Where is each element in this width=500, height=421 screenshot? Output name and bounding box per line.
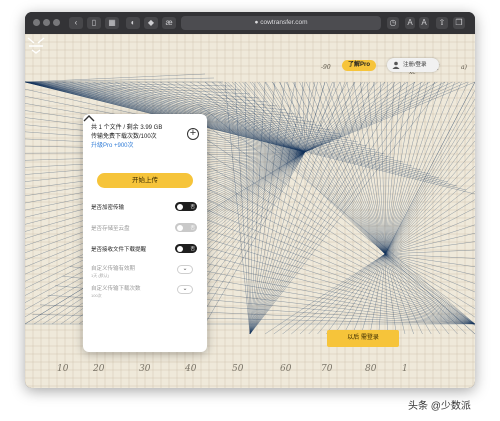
ruler-label: 60	[280, 364, 292, 374]
text-size-icon[interactable]: A	[419, 17, 429, 29]
plus-circle-icon[interactable]: +	[187, 128, 199, 140]
ruler-label: 20	[93, 364, 105, 374]
browser-toolbar: ‹ ▯ ▦ ◐ ◆ æ ● cowtransfer.com ◷ A A ⇧ ❐	[25, 12, 475, 34]
handwritten-number: a)	[461, 64, 467, 71]
chevron-down-icon: ⌄	[182, 286, 188, 292]
login-register-button[interactable]: 注册/登录	[387, 58, 439, 72]
extension-icon[interactable]: æ	[162, 17, 176, 29]
share-icon[interactable]: ⇧	[436, 17, 448, 29]
toggle-text: 否	[190, 204, 196, 209]
expiry-value: 1天 (默认)	[91, 273, 109, 278]
upgrade-pro-link[interactable]: 升级Pro +900次	[91, 140, 134, 149]
ruler-label: 40	[185, 364, 197, 374]
watermark: 头条 @少数派	[408, 401, 471, 412]
sidebar-icon[interactable]: ▯	[87, 17, 101, 29]
option-label-notify: 是否接收文件下载提醒	[91, 247, 147, 253]
toggle-text: 否	[190, 225, 196, 230]
cowtransfer-logo-icon[interactable]	[25, 34, 47, 56]
ruler-label: 10	[57, 364, 69, 374]
address-text: cowtransfer.com	[260, 19, 308, 26]
address-bar[interactable]: ● cowtransfer.com	[181, 16, 381, 30]
zoom-window-button[interactable]	[53, 19, 60, 26]
history-icon[interactable]: ◷	[387, 17, 399, 29]
encrypt-toggle[interactable]: 否	[175, 202, 197, 211]
handwritten-number: -90	[321, 64, 331, 71]
ruler-label: 30	[139, 364, 151, 374]
tabs-grid-icon[interactable]: ▦	[105, 17, 119, 29]
toggle-text: 否	[190, 246, 196, 251]
login-later-button[interactable]: 以后 需登录	[327, 330, 399, 347]
text-size-icon[interactable]: A	[405, 17, 415, 29]
expiry-dropdown[interactable]: ⌄	[177, 265, 193, 274]
login-register-label: 注册/登录	[403, 62, 427, 68]
upload-panel: 共 1 个文件 / 剩余 3.99 GB 传输免费下载次数/100次 升级Pro…	[83, 114, 207, 352]
ruler-label: 80	[365, 364, 377, 374]
ruler-label: 50	[232, 364, 244, 374]
close-window-button[interactable]	[33, 19, 40, 26]
option-label-encrypt: 是否加密传输	[91, 205, 125, 211]
start-upload-button[interactable]: 开始上传	[97, 173, 193, 188]
shield-icon[interactable]: ◆	[144, 17, 158, 29]
file-summary: 共 1 个文件 / 剩余 3.99 GB	[91, 125, 163, 131]
download-count-dropdown[interactable]: ⌄	[177, 285, 193, 294]
download-count-label: 自定义传输下载次数	[91, 286, 141, 292]
tabs-icon[interactable]: ❐	[453, 17, 465, 29]
back-icon[interactable]: ‹	[69, 17, 83, 29]
extension-icon[interactable]: ◐	[126, 17, 140, 29]
learn-pro-button[interactable]: 了解Pro	[342, 60, 376, 71]
page-content: -90 xc Y[ a) 了解Pro 注册/登录 共 1 个文件 / 剩余 3.…	[25, 34, 475, 388]
cloud-storage-toggle[interactable]: 否	[175, 223, 197, 232]
chevron-down-icon: ⌄	[182, 266, 188, 272]
minimize-window-button[interactable]	[43, 19, 50, 26]
option-label-cloud: 是否存储至云盘	[91, 226, 130, 232]
user-icon	[392, 61, 400, 69]
ruler-label: 70	[321, 364, 333, 374]
browser-window: ‹ ▯ ▦ ◐ ◆ æ ● cowtransfer.com ◷ A A ⇧ ❐ …	[25, 12, 475, 388]
chevron-up-icon[interactable]	[83, 114, 95, 122]
download-count-value: 100次	[91, 293, 102, 298]
download-notify-toggle[interactable]: 否	[175, 244, 197, 253]
expiry-label: 自定义传输有效期	[91, 266, 136, 272]
download-quota: 传输免费下载次数/100次	[91, 134, 157, 140]
ruler-label: 1	[402, 364, 408, 374]
